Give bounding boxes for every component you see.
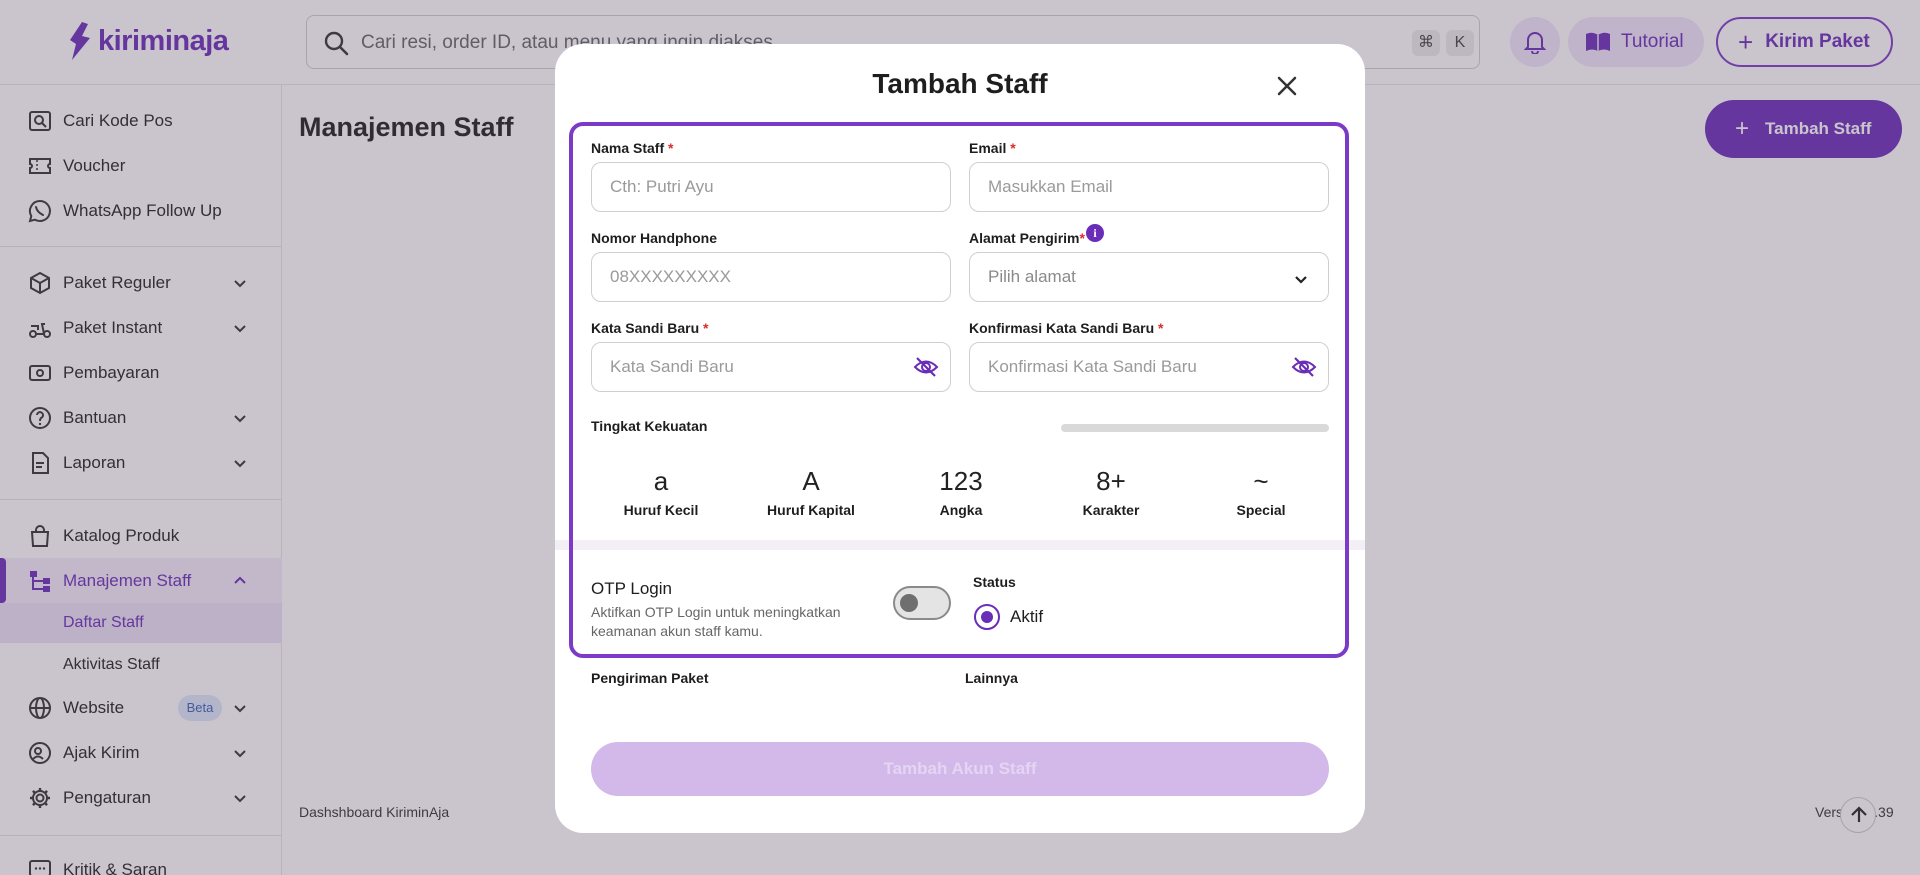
criterion-symbol: 123: [939, 466, 983, 496]
section-pengiriman-paket: Pengiriman Paket: [591, 670, 709, 686]
confirm-password-field[interactable]: [969, 342, 1329, 392]
confirm-password-label: Konfirmasi Kata Sandi Baru *: [969, 320, 1164, 336]
section-lainnya: Lainnya: [965, 670, 1018, 686]
eye-off-icon[interactable]: [1291, 354, 1317, 380]
submit-button[interactable]: Tambah Akun Staff: [591, 742, 1329, 796]
password-field[interactable]: [591, 342, 951, 392]
strength-meter: [1061, 424, 1329, 432]
phone-field[interactable]: [591, 252, 951, 302]
address-select-placeholder: Pilih alamat: [988, 267, 1076, 286]
status-aktif-radio[interactable]: [974, 604, 1000, 630]
close-icon[interactable]: [1271, 70, 1303, 102]
email-field-label: Email *: [969, 140, 1016, 156]
criterion-label: Karakter: [1082, 502, 1140, 518]
email-field[interactable]: [969, 162, 1329, 212]
name-field[interactable]: [591, 162, 951, 212]
toggle-knob: [900, 594, 918, 612]
criterion-label: Angka: [939, 502, 983, 518]
criterion-label: Huruf Kapital: [767, 502, 855, 518]
criterion-special: ~ Special: [1186, 466, 1336, 518]
criterion-label: Huruf Kecil: [623, 502, 699, 518]
address-field-label: Alamat Pengirim*: [969, 230, 1085, 246]
strength-label: Tingkat Kekuatan: [591, 418, 708, 434]
password-field-label: Kata Sandi Baru *: [591, 320, 709, 336]
criterion-length: 8+ Karakter: [1036, 466, 1186, 518]
info-icon[interactable]: i: [1086, 224, 1104, 242]
phone-field-label: Nomor Handphone: [591, 230, 717, 246]
criterion-lowercase: a Huruf Kecil: [586, 466, 736, 518]
criterion-uppercase: A Huruf Kapital: [736, 466, 886, 518]
otp-login-toggle[interactable]: [893, 586, 951, 620]
name-field-label: Nama Staff *: [591, 140, 674, 156]
criterion-label: Special: [1236, 502, 1286, 518]
criterion-symbol: 8+: [1096, 466, 1126, 496]
chevron-down-icon: [1295, 276, 1307, 284]
tambah-staff-modal: Tambah Staff Nama Staff * Email * Nomor …: [555, 44, 1365, 833]
criterion-symbol: A: [802, 466, 820, 496]
address-select[interactable]: Pilih alamat: [969, 252, 1329, 302]
otp-login-title: OTP Login: [591, 579, 672, 598]
modal-title: Tambah Staff: [872, 68, 1048, 99]
otp-login-description: Aktifkan OTP Login untuk meningkatkan ke…: [591, 604, 841, 639]
status-aktif-label: Aktif: [1010, 607, 1044, 626]
criterion-number: 123 Angka: [886, 466, 1036, 518]
status-label: Status: [973, 574, 1016, 590]
criterion-symbol: a: [653, 466, 669, 496]
radio-selected-dot: [981, 611, 993, 623]
criterion-symbol: ~: [1253, 466, 1269, 496]
eye-off-icon[interactable]: [913, 354, 939, 380]
